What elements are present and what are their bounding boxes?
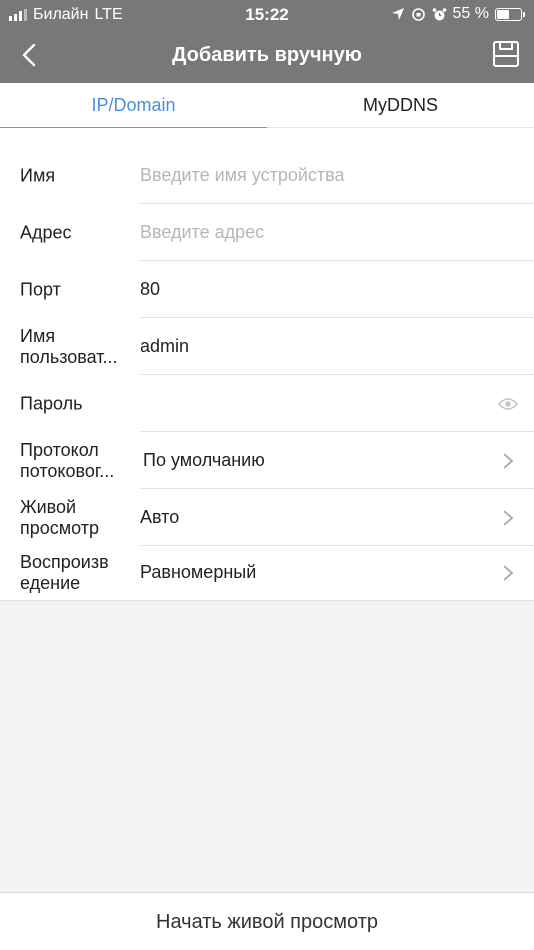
address-row[interactable]: Адрес Введите адрес — [0, 204, 534, 261]
save-button[interactable] — [492, 40, 520, 68]
playback-label: Воспроизв едение — [20, 551, 109, 593]
location-arrow-icon — [391, 8, 404, 20]
status-right: 55 % — [391, 5, 525, 23]
address-label: Адрес — [20, 222, 72, 242]
live-view-value[interactable]: Авто — [140, 489, 179, 546]
chevron-right-icon — [503, 565, 514, 581]
username-row[interactable]: Имя пользоват... admin — [0, 318, 534, 375]
stream-protocol-label: Протокол потоковог... — [20, 439, 115, 481]
name-label: Имя — [20, 165, 56, 185]
chevron-right-icon — [503, 453, 514, 469]
port-input[interactable]: 80 — [140, 261, 160, 318]
chevron-right-icon — [503, 510, 514, 526]
live-view-label: Живой просмотр — [20, 496, 100, 538]
name-row[interactable]: Имя Введите имя устройства — [0, 147, 534, 204]
battery-fill — [497, 9, 510, 19]
status-bar: Билайн LTE 15:22 55 % — [0, 0, 534, 30]
stream-protocol-value[interactable]: По умолчанию — [143, 432, 265, 489]
playback-value[interactable]: Равномерный — [140, 544, 256, 601]
port-row[interactable]: Порт 80 — [0, 261, 534, 318]
top-bar: Билайн LTE 15:22 55 % Добавить вручную — [0, 0, 534, 83]
eye-icon[interactable] — [498, 397, 518, 411]
page-title: Добавить вручную — [172, 44, 362, 66]
tab-bar: IP/Domain MyDDNS — [0, 83, 534, 129]
tab-ip-domain[interactable]: IP/Domain — [0, 83, 267, 129]
nav-bar: Добавить вручную — [0, 30, 534, 83]
stream-protocol-row[interactable]: Протокол потоковог... По умолчанию — [0, 432, 534, 489]
start-live-view-button[interactable]: Начать живой просмотр — [0, 892, 534, 950]
port-label: Порт — [20, 279, 61, 299]
password-row[interactable]: Пароль — [0, 375, 534, 432]
name-input[interactable]: Введите имя устройства — [140, 147, 345, 204]
live-view-row[interactable]: Живой просмотр Авто — [0, 489, 534, 546]
address-input[interactable]: Введите адрес — [140, 204, 264, 261]
battery-percent: 55 % — [452, 5, 489, 22]
alarm-clock-icon — [432, 7, 446, 20]
rotation-lock-icon — [411, 7, 425, 21]
battery-icon — [495, 7, 525, 21]
username-label: Имя пользоват... — [20, 325, 118, 367]
tab-myddns[interactable]: MyDDNS — [267, 83, 534, 128]
username-input[interactable]: admin — [140, 318, 189, 375]
device-form: Имя Введите имя устройства Адрес Введите… — [0, 128, 534, 601]
playback-row[interactable]: Воспроизв едение Равномерный — [0, 544, 534, 601]
password-label: Пароль — [20, 393, 83, 413]
